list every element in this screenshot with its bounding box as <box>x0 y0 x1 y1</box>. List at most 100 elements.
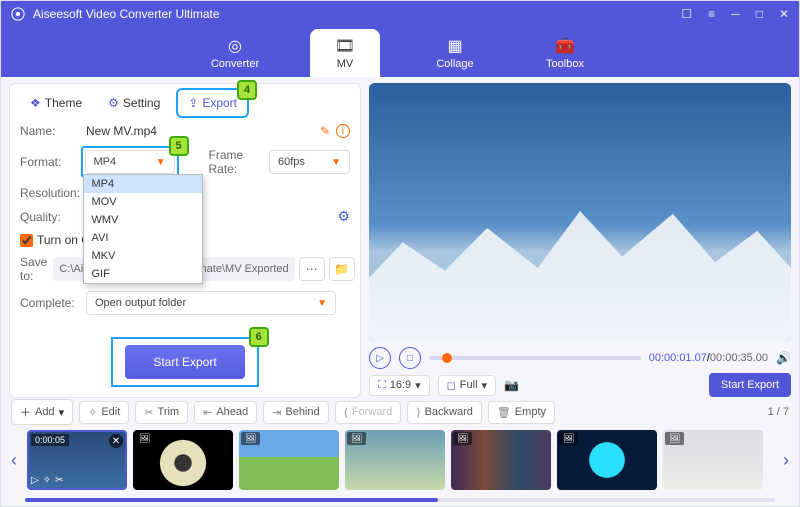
clip-thumbnail[interactable]: 🖼 <box>239 430 339 490</box>
trim-clip-icon[interactable]: ✂ <box>55 475 63 486</box>
chevron-down-icon: ▼ <box>317 298 327 309</box>
play-clip-icon[interactable]: ▷ <box>31 475 39 486</box>
menu-icon[interactable]: ≡ <box>708 7 715 21</box>
open-folder-button[interactable]: 📁 <box>329 257 355 281</box>
backward-icon: ⟩ <box>416 406 420 419</box>
wand-icon: ✧ <box>88 406 97 419</box>
clip-thumbnail[interactable]: 🖼 <box>345 430 445 490</box>
content-area: ❖Theme ⚙Setting ⇪Export 4 Name: ✎ i Form… <box>1 77 799 506</box>
edit-clip-icon[interactable]: ✧ <box>43 475 51 486</box>
thumbs-next-button[interactable]: › <box>779 450 793 471</box>
format-option[interactable]: MKV <box>84 247 202 265</box>
format-option[interactable]: AVI <box>84 229 202 247</box>
collage-icon: ▦ <box>447 36 462 56</box>
turn-on-checkbox[interactable] <box>20 234 33 247</box>
info-icon[interactable]: i <box>336 124 350 138</box>
time-current: 00:00:01.07 <box>649 352 707 364</box>
quality-label: Quality: <box>20 210 80 224</box>
more-path-button[interactable]: ⋯ <box>299 257 325 281</box>
page-current: 1 <box>768 406 774 418</box>
empty-button[interactable]: 🗑Empty <box>488 401 555 424</box>
edit-icon[interactable]: ✎ <box>320 124 330 138</box>
video-preview[interactable] <box>369 83 791 342</box>
tab-mv[interactable]: 🎞 MV <box>310 29 380 77</box>
stop-button[interactable]: □ <box>399 347 421 369</box>
format-dropdown-panel: MP4 MOV WMV AVI MKV GIF <box>83 174 203 284</box>
export-panel: ❖Theme ⚙Setting ⇪Export 4 Name: ✎ i Form… <box>9 83 361 398</box>
image-badge-icon: 🖼 <box>135 432 154 445</box>
aspect-value: 16:9 <box>390 379 411 391</box>
trim-button[interactable]: ✂Trim <box>135 401 188 424</box>
time-total: 00:00:35.00 <box>710 352 768 364</box>
remove-clip-icon[interactable]: ✕ <box>109 434 123 448</box>
zoom-value: Full <box>460 379 478 391</box>
empty-label: Empty <box>515 406 546 418</box>
name-label: Name: <box>20 124 80 138</box>
clip-thumbnail[interactable]: 🖼 <box>557 430 657 490</box>
plus-icon: ＋ <box>20 404 31 420</box>
image-badge-icon: 🖼 <box>665 432 684 445</box>
format-select[interactable]: MP4 ▼ <box>85 150 175 174</box>
feedback-icon[interactable]: ☐ <box>681 7 692 21</box>
start-export-button[interactable]: Start Export <box>125 345 244 379</box>
app-window: Aiseesoft Video Converter Ultimate ☐ ≡ ─… <box>0 0 800 507</box>
backward-button[interactable]: ⟩Backward <box>407 401 482 424</box>
thumbs-scrollbar[interactable] <box>25 498 775 502</box>
behind-label: Behind <box>285 406 319 418</box>
subtab-export[interactable]: ⇪Export 4 <box>176 88 249 118</box>
zoom-select[interactable]: ◻Full▾ <box>438 375 496 396</box>
gear-icon: ⚙ <box>108 96 119 110</box>
minimize-icon[interactable]: ─ <box>731 7 740 21</box>
snapshot-icon[interactable]: 📷 <box>504 378 519 392</box>
add-button[interactable]: ＋Add▾ <box>11 399 73 425</box>
tab-collage[interactable]: ▦ Collage <box>420 29 490 77</box>
edit-button[interactable]: ✧Edit <box>79 401 129 424</box>
maximize-icon[interactable]: □ <box>756 7 763 21</box>
clip-duration: 0:00:05 <box>31 434 69 446</box>
framerate-value: 60fps <box>278 156 305 168</box>
chevron-down-icon: ▼ <box>331 157 341 168</box>
play-button[interactable]: ▷ <box>369 347 391 369</box>
format-option[interactable]: WMV <box>84 211 202 229</box>
tab-mv-label: MV <box>337 58 354 70</box>
clip-thumbnail[interactable]: 🖼 <box>663 430 763 490</box>
callout-marker-4: 4 <box>237 80 257 100</box>
app-title: Aiseesoft Video Converter Ultimate <box>33 7 681 21</box>
subtab-setting[interactable]: ⚙ Setting <box>98 88 170 118</box>
complete-select[interactable]: Open output folder ▼ <box>86 291 336 315</box>
seek-slider[interactable] <box>429 356 641 360</box>
format-option[interactable]: MOV <box>84 193 202 211</box>
aspect-select[interactable]: ⛶16:9▾ <box>369 375 430 396</box>
forward-icon: ⟨ <box>344 406 348 419</box>
subtab-theme[interactable]: ❖Theme <box>20 88 92 118</box>
forward-label: Forward <box>352 406 392 418</box>
ahead-label: Ahead <box>216 406 248 418</box>
image-badge-icon: 🖼 <box>347 432 366 445</box>
clip-thumbnail[interactable]: 0:00:05 ✕ ▷ ✧ ✂ <box>27 430 127 490</box>
export-icon: ⇪ <box>188 96 198 110</box>
name-input[interactable] <box>86 124 314 138</box>
clip-thumbnail[interactable]: 🖼 <box>451 430 551 490</box>
framerate-select[interactable]: 60fps ▼ <box>269 150 350 174</box>
behind-button[interactable]: ⇥Behind <box>263 401 328 424</box>
close-icon[interactable]: ✕ <box>779 7 789 21</box>
quality-settings-icon[interactable]: ⚙ <box>337 208 350 225</box>
format-option[interactable]: GIF <box>84 265 202 283</box>
thumbnail-strip: ‹ 0:00:05 ✕ ▷ ✧ ✂ 🖼 🖼 🖼 🖼 🖼 🖼 › <box>1 426 799 498</box>
callout-marker-5: 5 <box>169 136 189 156</box>
clip-thumbnail[interactable]: 🖼 <box>133 430 233 490</box>
add-label: Add <box>35 406 55 418</box>
scissors-icon: ✂ <box>144 406 153 419</box>
volume-icon[interactable]: 🔊 <box>776 351 791 365</box>
thumbs-prev-button[interactable]: ‹ <box>7 450 21 471</box>
start-export-button-right[interactable]: Start Export <box>709 373 791 397</box>
converter-icon: ◎ <box>228 36 242 56</box>
subtab-setting-label: Setting <box>123 96 160 110</box>
tab-toolbox[interactable]: 🧰 Toolbox <box>530 29 600 77</box>
format-option[interactable]: MP4 <box>84 175 202 193</box>
image-badge-icon: 🖼 <box>453 432 472 445</box>
tab-converter[interactable]: ◎ Converter <box>200 29 270 77</box>
ahead-button[interactable]: ⇤Ahead <box>194 401 257 424</box>
complete-value: Open output folder <box>95 297 186 309</box>
tab-collage-label: Collage <box>436 58 473 70</box>
